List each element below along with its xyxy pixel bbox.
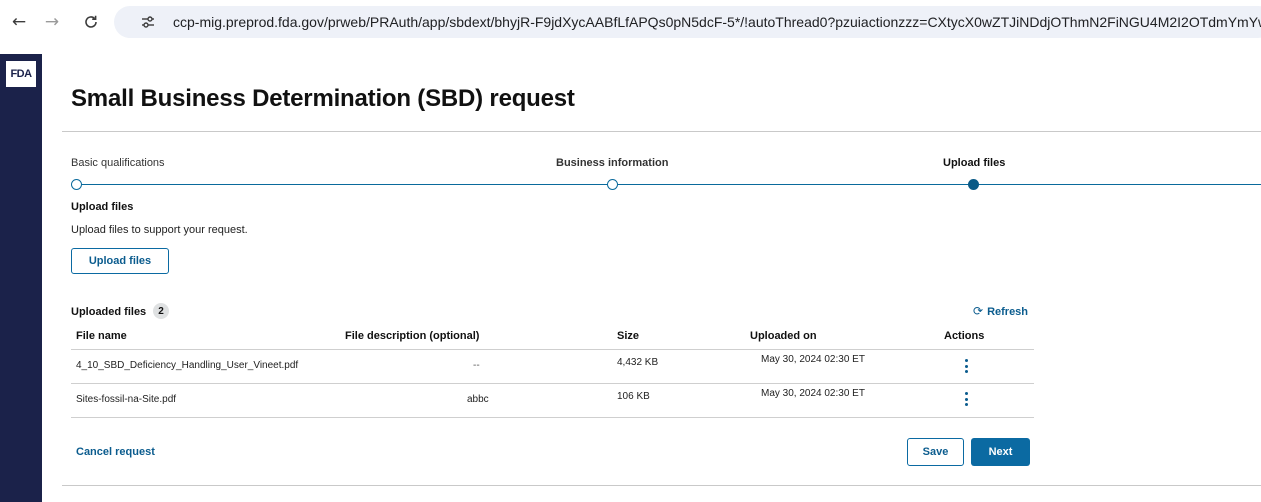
footer-divider (62, 485, 1261, 486)
upload-section-title: Upload files (71, 201, 134, 213)
file-count-badge: 2 (153, 303, 169, 319)
forward-arrow-icon[interactable]: → (40, 10, 64, 34)
reload-icon[interactable] (79, 10, 103, 34)
row-2-file-name: Sites-fossil-na-Site.pdf (76, 394, 177, 405)
step-business-information[interactable]: Business information (556, 157, 668, 169)
step-basic-qualifications[interactable]: Basic qualifications (71, 157, 165, 169)
next-button[interactable]: Next (971, 438, 1030, 466)
browser-toolbar: ← → ccp-mig.preprod.fda.gov/prweb/PRAuth… (0, 0, 1261, 44)
row-2-description: abbc (467, 394, 489, 405)
save-button[interactable]: Save (907, 438, 964, 466)
refresh-button[interactable]: ⟳ Refresh (973, 304, 1028, 318)
url-text[interactable]: ccp-mig.preprod.fda.gov/prweb/PRAuth/app… (173, 14, 1261, 30)
table-bottom-divider (71, 417, 1034, 418)
site-settings-icon[interactable] (140, 14, 156, 30)
row-1-actions-menu-icon[interactable] (961, 359, 971, 373)
upload-section-description: Upload files to support your request. (71, 224, 248, 236)
row-2-size: 106 KB (617, 391, 650, 402)
step-basic-qualifications-marker (71, 179, 82, 190)
step-business-information-marker (607, 179, 618, 190)
column-header-file-description: File description (optional) (345, 330, 480, 342)
stepper-track (77, 184, 1261, 185)
page-title: Small Business Determination (SBD) reque… (71, 85, 575, 112)
row-1-description: -- (473, 360, 480, 371)
step-upload-files-marker (968, 179, 979, 190)
column-header-actions: Actions (944, 330, 985, 342)
column-header-uploaded-on: Uploaded on (750, 330, 817, 342)
row-1-size: 4,432 KB (617, 357, 659, 368)
row-1-uploaded-on: May 30, 2024 02:30 ET (761, 354, 865, 365)
row-2-actions-menu-icon[interactable] (961, 392, 971, 406)
upload-files-button[interactable]: Upload files (71, 248, 169, 274)
refresh-icon: ⟳ (973, 304, 984, 318)
column-header-file-name: File name (76, 330, 127, 342)
title-divider (62, 131, 1261, 132)
table-header-divider (71, 349, 1034, 350)
uploaded-files-title: Uploaded files (71, 306, 147, 318)
app-sidebar: FDA (0, 54, 42, 502)
fda-logo[interactable]: FDA (6, 61, 36, 87)
refresh-label: Refresh (987, 306, 1029, 318)
row-2-uploaded-on: May 30, 2024 02:30 ET (761, 388, 865, 399)
step-upload-files: Upload files (943, 157, 1006, 169)
table-row-divider (71, 383, 1034, 384)
cancel-request-link[interactable]: Cancel request (76, 446, 155, 458)
column-header-size: Size (617, 330, 640, 342)
back-arrow-icon[interactable]: ← (7, 10, 31, 34)
row-1-file-name: 4_10_SBD_Deficiency_Handling_User_Vineet… (76, 360, 299, 371)
